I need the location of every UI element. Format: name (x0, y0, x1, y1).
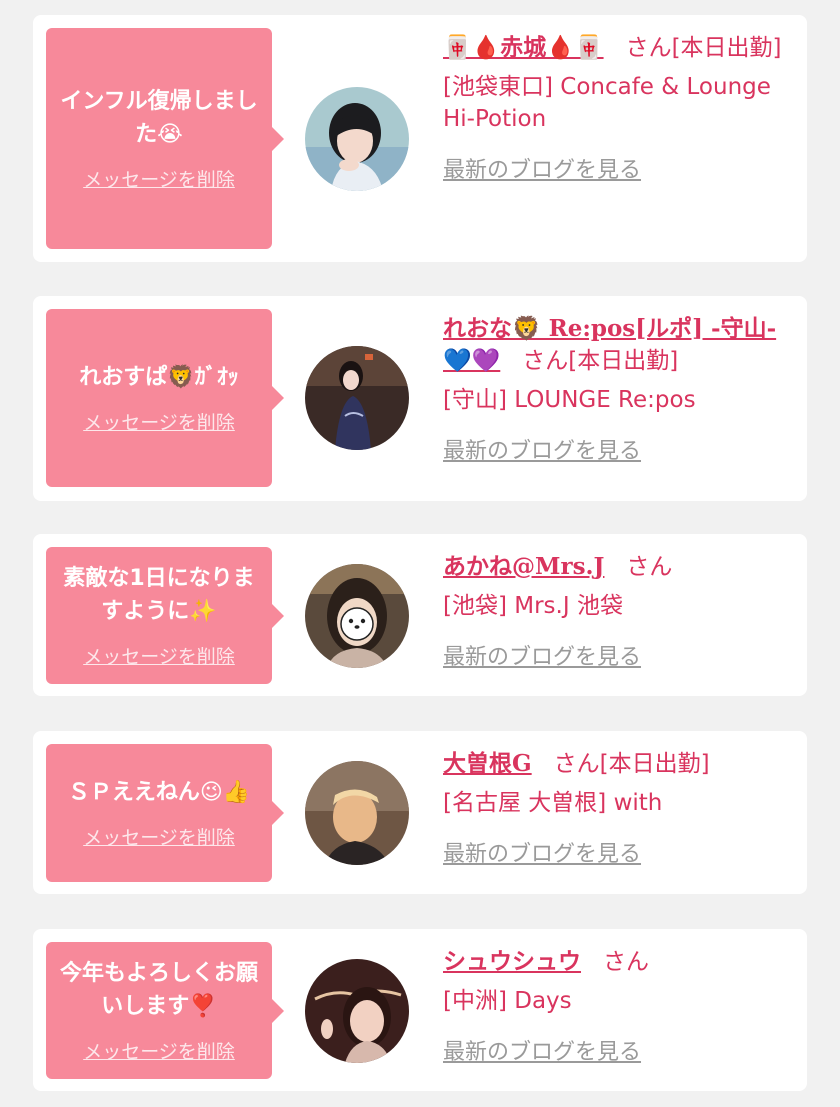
avatar[interactable] (305, 564, 409, 668)
latest-blog-link[interactable]: 最新のブログを見る (443, 436, 793, 468)
message-text: 今年もよろしくお願いします❣️ (59, 961, 258, 1019)
delete-message-link[interactable]: メッセージを削除 (83, 823, 235, 850)
honorific-label: さん (603, 949, 649, 975)
cast-info: れおな🦁 Re:pos[ルポ] -守山-💙💜 さん[本日出勤] [守山] LOUN… (443, 313, 793, 468)
cast-name-link[interactable]: あかね@Mrs.J (443, 553, 604, 580)
shop-label: [名古屋 大曽根] with (443, 790, 663, 816)
latest-blog-link[interactable]: 最新のブログを見る (443, 642, 793, 674)
avatar[interactable] (305, 761, 409, 865)
cast-card: インフル復帰しました😭 メッセージを削除 🀄🩸赤城🩸🀄 さん[本日出勤] [池袋東… (33, 15, 807, 262)
message-bubble: 今年もよろしくお願いします❣️ メッセージを削除 (46, 942, 284, 1079)
avatar[interactable] (305, 346, 409, 450)
message-text: れおすぱ🦁ｶﾞｵｯ (79, 365, 239, 390)
cast-card: 今年もよろしくお願いします❣️ メッセージを削除 シュウシュウ さん [中洲] D… (33, 929, 807, 1091)
status-badge: [本日出勤] (671, 35, 782, 61)
cast-name-link[interactable]: 🀄🩸赤城🩸🀄 (443, 34, 604, 61)
avatar[interactable] (305, 959, 409, 1063)
shop-label: [中洲] Days (443, 988, 572, 1014)
cast-card: 素敵な1日になりますように✨ メッセージを削除 あかね@Mrs.J さん [池袋]… (33, 534, 807, 696)
cast-name-link[interactable]: シュウシュウ (443, 948, 581, 975)
cast-info: あかね@Mrs.J さん [池袋] Mrs.J 池袋 最新のブログを見る (443, 551, 793, 674)
cast-card: ＳＰええねん😉👍 メッセージを削除 大曽根G さん[本日出勤] [名古屋 大曽根]… (33, 731, 807, 894)
cast-info: シュウシュウ さん [中洲] Days 最新のブログを見る (443, 946, 793, 1069)
status-badge: [本日出勤] (568, 348, 679, 374)
honorific-label: さん (626, 554, 673, 580)
latest-blog-link[interactable]: 最新のブログを見る (443, 839, 793, 871)
honorific-label: さん (522, 348, 569, 374)
delete-message-link[interactable]: メッセージを削除 (83, 642, 235, 669)
message-text: ＳＰええねん😉👍 (67, 780, 251, 805)
cast-info: 🀄🩸赤城🩸🀄 さん[本日出勤] [池袋東口] Concafe & Lounge H… (443, 32, 793, 187)
cast-card: れおすぱ🦁ｶﾞｵｯ メッセージを削除 れおな🦁 Re:pos[ルポ] -守山-💙… (33, 296, 807, 501)
delete-message-link[interactable]: メッセージを削除 (83, 1037, 235, 1064)
cast-name-link[interactable]: 大曽根G (443, 750, 532, 777)
delete-message-link[interactable]: メッセージを削除 (83, 165, 235, 192)
message-text: 素敵な1日になりますように✨ (63, 566, 255, 624)
latest-blog-link[interactable]: 最新のブログを見る (443, 155, 793, 187)
shop-label: [池袋] Mrs.J 池袋 (443, 593, 623, 619)
message-bubble: ＳＰええねん😉👍 メッセージを削除 (46, 744, 284, 882)
message-text: インフル復帰しました😭 (60, 89, 258, 147)
message-bubble: 素敵な1日になりますように✨ メッセージを削除 (46, 547, 284, 684)
status-badge: [本日出勤] (599, 751, 710, 777)
message-bubble: れおすぱ🦁ｶﾞｵｯ メッセージを削除 (46, 309, 284, 487)
latest-blog-link[interactable]: 最新のブログを見る (443, 1037, 793, 1069)
shop-label: [守山] LOUNGE Re:pos (443, 387, 696, 413)
honorific-label: さん (625, 35, 672, 61)
favorite-cast-list: インフル復帰しました😭 メッセージを削除 🀄🩸赤城🩸🀄 さん[本日出勤] [池袋東… (0, 0, 840, 1107)
cast-info: 大曽根G さん[本日出勤] [名古屋 大曽根] with 最新のブログを見る (443, 748, 793, 871)
delete-message-link[interactable]: メッセージを削除 (83, 408, 235, 435)
avatar[interactable] (305, 87, 409, 191)
message-bubble: インフル復帰しました😭 メッセージを削除 (46, 28, 284, 249)
honorific-label: さん (553, 751, 600, 777)
shop-label: [池袋東口] Concafe & Lounge Hi-Potion (443, 74, 771, 132)
